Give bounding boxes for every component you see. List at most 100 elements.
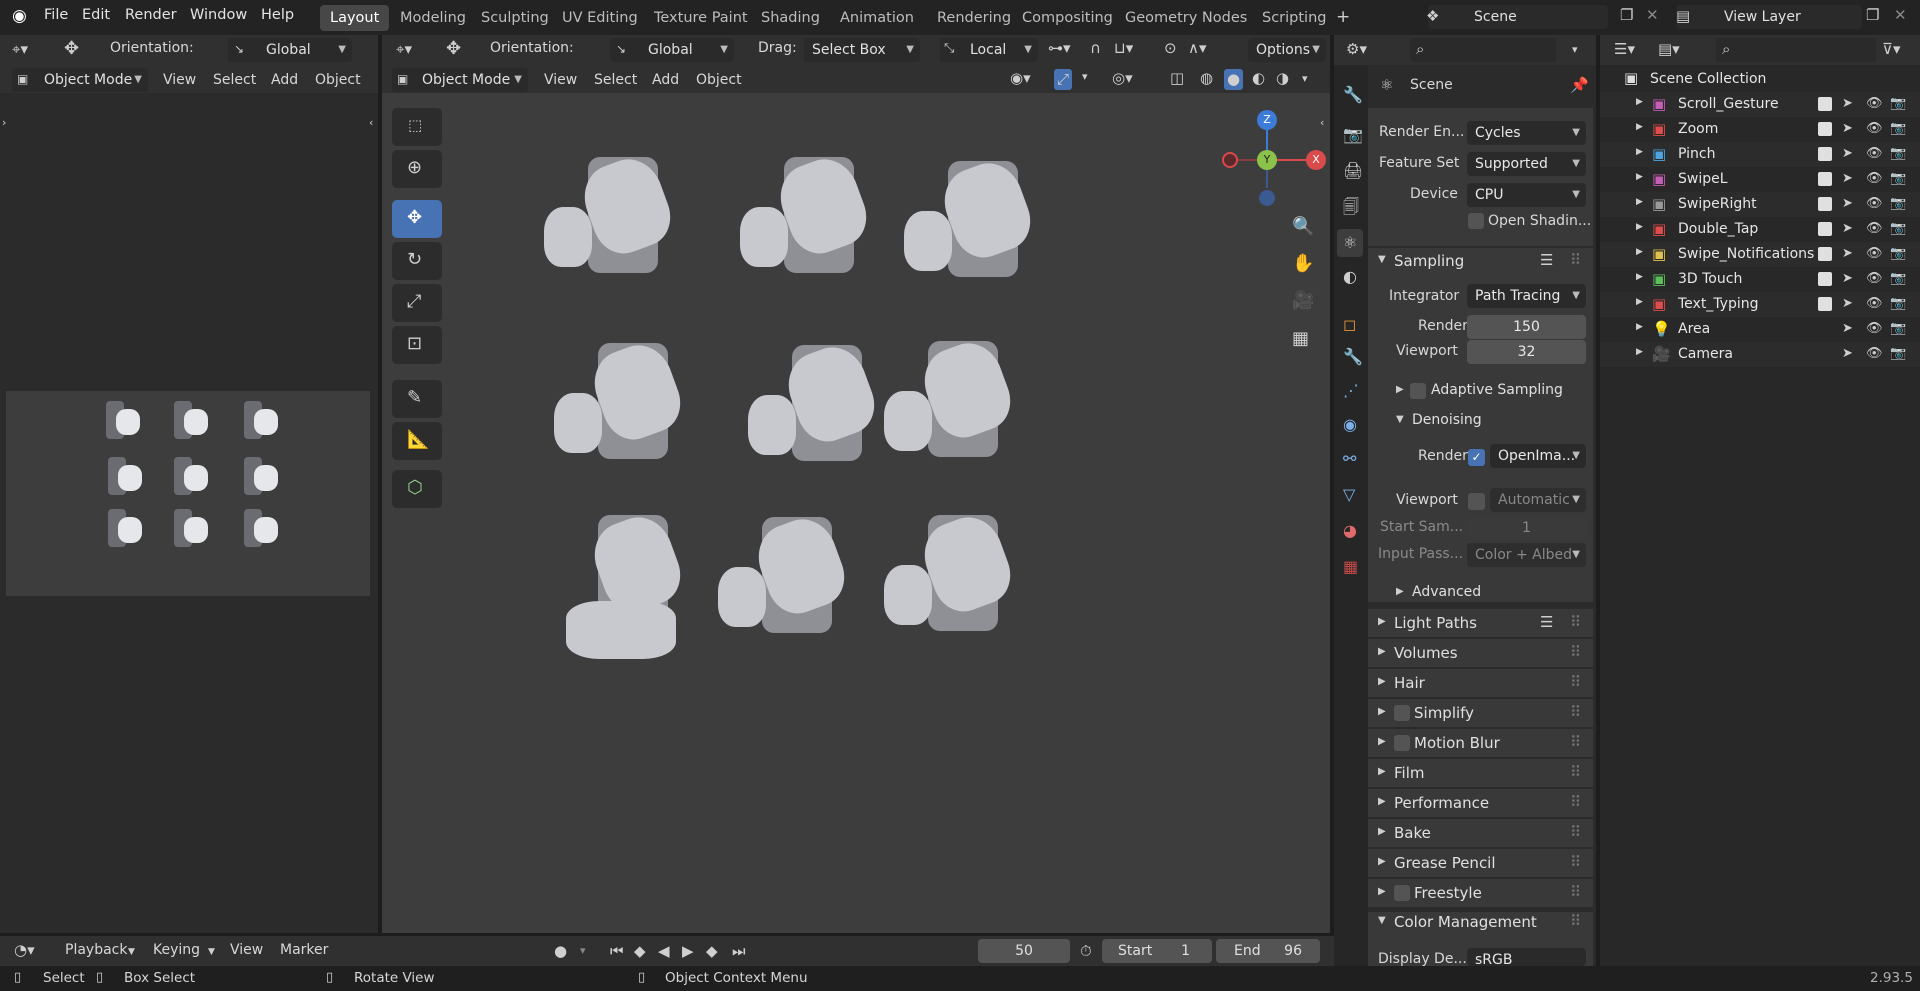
list-icon[interactable]: ☰: [1540, 253, 1553, 268]
outliner-item[interactable]: ▶ ▣ 3D Touch ➤ 👁 📷: [1600, 267, 1920, 292]
zoom-icon[interactable]: 🔍: [1292, 218, 1314, 236]
render-camera-icon[interactable]: 📷: [1890, 122, 1906, 135]
prev-keyframe-icon[interactable]: ◆: [634, 944, 646, 959]
eye-icon[interactable]: 👁: [1866, 222, 1883, 235]
play-icon[interactable]: ▶: [682, 944, 694, 959]
gizmo-neg-z-ball[interactable]: [1259, 190, 1275, 206]
mode-dropdown[interactable]: Object Mode ▼ ▣: [12, 68, 148, 92]
rendered-shading-icon[interactable]: ◑: [1276, 71, 1289, 86]
exclude-checkbox[interactable]: [1818, 222, 1832, 236]
gizmo-toggle-icon[interactable]: ⤢: [1054, 69, 1073, 90]
select-arrow-icon[interactable]: ➤: [1842, 247, 1853, 260]
properties-options-icon[interactable]: ▾: [1572, 44, 1578, 55]
orientation-dropdown[interactable]: ↘ Global ▼: [228, 38, 352, 62]
denoise-render-dropdown[interactable]: OpenIma... ▼: [1490, 444, 1586, 468]
performance-panel[interactable]: ▶ Performance ⠿: [1368, 789, 1593, 817]
simplify-checkbox[interactable]: [1394, 705, 1410, 721]
expand-icon[interactable]: ▶: [1636, 123, 1643, 132]
expand-right-icon[interactable]: ‹: [369, 117, 373, 128]
expand-icon[interactable]: ▶: [1636, 148, 1643, 157]
record-icon[interactable]: ●: [554, 944, 567, 959]
outliner-editor-icon[interactable]: ☰▾: [1614, 42, 1635, 57]
record-options-icon[interactable]: ▾: [580, 945, 586, 956]
denoise-viewport-checkbox[interactable]: [1468, 493, 1485, 510]
eye-icon[interactable]: 👁: [1866, 322, 1883, 335]
expand-icon[interactable]: ▶: [1636, 173, 1643, 182]
drag-handle-icon[interactable]: ⠿: [1570, 615, 1581, 630]
scene-tab-icon[interactable]: ⚛: [1337, 229, 1364, 257]
add-workspace-icon[interactable]: +: [1336, 9, 1350, 26]
menu-object[interactable]: Object: [696, 72, 742, 88]
viewport-samples-field[interactable]: 32: [1467, 340, 1586, 364]
menu-select[interactable]: Select: [213, 72, 256, 88]
outliner-item[interactable]: ▶ 🎥 Camera ➤ 👁 📷: [1600, 342, 1920, 367]
input-passes-dropdown[interactable]: Color + Albed ▼: [1467, 543, 1586, 567]
add-cube-tool[interactable]: ⬡: [392, 470, 442, 508]
hand-phone-model[interactable]: [552, 336, 702, 491]
drag-handle-icon[interactable]: ⠿: [1570, 705, 1581, 720]
hand-phone-model[interactable]: [716, 510, 866, 665]
pivot-dropdown[interactable]: ⤡ Local ▼: [940, 38, 1038, 62]
render-camera-icon[interactable]: 📷: [1890, 97, 1906, 110]
hand-phone-model[interactable]: [552, 508, 702, 663]
render-camera-icon[interactable]: 📷: [1890, 347, 1906, 360]
hair-panel[interactable]: ▶ Hair ⠿: [1368, 669, 1593, 697]
object-tab-icon[interactable]: ◻: [1343, 317, 1356, 333]
transform-pivot-icon[interactable]: ⊶▾: [1048, 41, 1071, 56]
tab-rendering[interactable]: Rendering: [927, 5, 1021, 31]
exclude-checkbox[interactable]: [1818, 147, 1832, 161]
visibility-icon[interactable]: ◉▾: [1010, 71, 1031, 86]
render-camera-icon[interactable]: 📷: [1890, 197, 1906, 210]
select-arrow-icon[interactable]: ➤: [1842, 147, 1853, 160]
marker-menu[interactable]: Marker: [280, 942, 328, 958]
denoising-header[interactable]: ▼ Denoising: [1368, 410, 1593, 434]
xray-icon[interactable]: ◫: [1170, 71, 1184, 86]
cursor-tool[interactable]: ⊕: [392, 150, 442, 188]
volumes-panel[interactable]: ▶ Volumes ⠿: [1368, 639, 1593, 667]
drag-handle-icon[interactable]: ⠿: [1570, 645, 1581, 660]
drag-handle-icon[interactable]: ⠿: [1570, 795, 1581, 810]
adaptive-sampling-checkbox[interactable]: [1410, 383, 1426, 399]
adaptive-sampling-header[interactable]: ▶ Adaptive Sampling: [1368, 380, 1593, 404]
close-scene-icon[interactable]: ✕: [1646, 8, 1659, 23]
menu-add[interactable]: Add: [271, 72, 298, 88]
outliner-search[interactable]: ⌕: [1716, 38, 1876, 62]
close-view-layer-icon[interactable]: ✕: [1894, 8, 1907, 23]
menu-edit[interactable]: Edit: [82, 7, 110, 23]
navigation-gizmo[interactable]: Z Y X: [1222, 110, 1326, 212]
eye-icon[interactable]: 👁: [1866, 122, 1883, 135]
menu-window[interactable]: Window: [190, 7, 247, 23]
menu-add[interactable]: Add: [652, 72, 679, 88]
move-icon[interactable]: ✥: [64, 40, 79, 58]
grease-pencil-panel[interactable]: ▶ Grease Pencil ⠿: [1368, 849, 1593, 877]
render-tab-icon[interactable]: 📷: [1343, 127, 1363, 143]
light-paths-panel[interactable]: ▶ Light Paths ☰ ⠿: [1368, 609, 1593, 637]
render-camera-icon[interactable]: 📷: [1890, 172, 1906, 185]
tool-tab-icon[interactable]: 🔧: [1343, 87, 1363, 103]
measure-tool[interactable]: 📐: [392, 422, 442, 460]
outliner-item[interactable]: ▶ 💡 Area ➤ 👁 📷: [1600, 317, 1920, 342]
exclude-checkbox[interactable]: [1818, 97, 1832, 111]
exclude-checkbox[interactable]: [1818, 272, 1832, 286]
properties-search[interactable]: ⌕: [1410, 38, 1556, 62]
properties-editor-icon[interactable]: ⚙▾: [1346, 42, 1367, 57]
outliner-item[interactable]: ▶ ▣ Scroll_Gesture ➤ 👁 📷: [1600, 92, 1920, 117]
copy-scene-icon[interactable]: ❐: [1620, 8, 1633, 23]
drag-handle-icon[interactable]: ⠿: [1570, 675, 1581, 690]
integrator-dropdown[interactable]: Path Tracing ▼: [1467, 284, 1586, 308]
timeline-view-menu[interactable]: View: [230, 942, 263, 958]
playback-menu[interactable]: Playback: [65, 942, 127, 958]
render-engine-dropdown[interactable]: Cycles ▼: [1467, 121, 1586, 145]
editor-type-icon[interactable]: ⌖▾: [12, 42, 28, 57]
3d-viewport[interactable]: ‹: [382, 93, 1330, 933]
eye-icon[interactable]: 👁: [1866, 347, 1883, 360]
outliner-item[interactable]: ▶ ▣ SwipeL ➤ 👁 📷: [1600, 167, 1920, 192]
render-camera-icon[interactable]: 📷: [1890, 297, 1906, 310]
menu-object[interactable]: Object: [315, 72, 361, 88]
freestyle-panel[interactable]: ▶ Freestyle ⠿: [1368, 879, 1593, 907]
play-reverse-icon[interactable]: ◀: [658, 944, 670, 959]
snap-target-icon[interactable]: ⊔▾: [1114, 41, 1133, 56]
outliner-item[interactable]: ▶ ▣ Double_Tap ➤ 👁 📷: [1600, 217, 1920, 242]
menu-view[interactable]: View: [163, 72, 196, 88]
select-box-tool[interactable]: ⬚: [392, 108, 442, 146]
